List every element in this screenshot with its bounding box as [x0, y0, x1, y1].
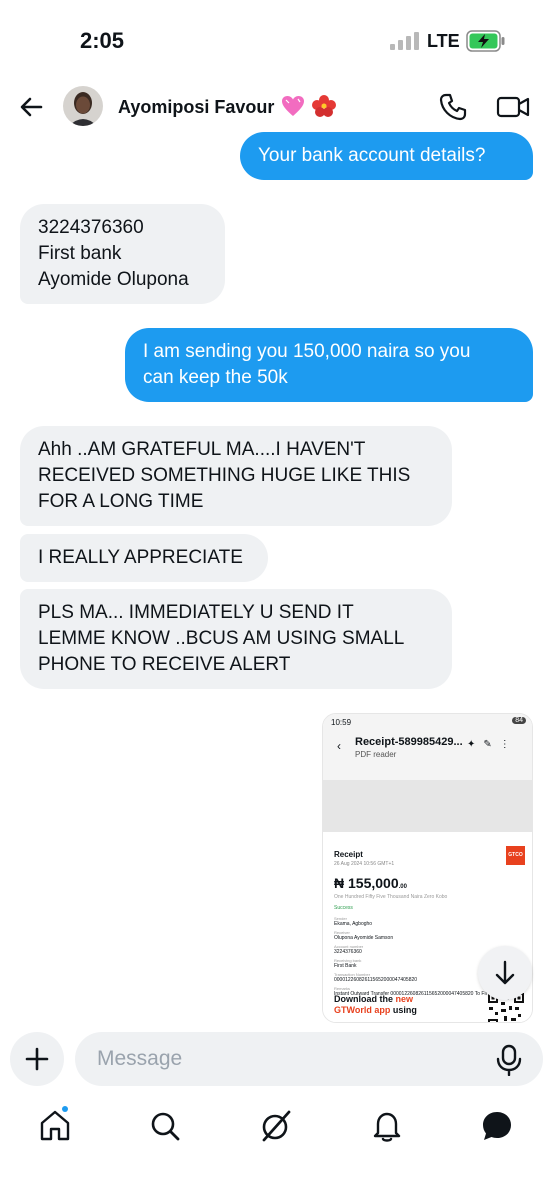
status-time: 2:05	[80, 28, 125, 53]
home-icon[interactable]	[37, 1108, 73, 1144]
back-arrow-icon[interactable]	[14, 90, 48, 124]
message-bubble-incoming[interactable]: Ahh ..AM GRATEFUL MA....I HAVEN'T RECEIV…	[20, 426, 452, 526]
bell-icon[interactable]	[369, 1108, 405, 1144]
receipt-file-title: Receipt-589985429...	[355, 736, 463, 748]
avatar[interactable]	[63, 86, 103, 126]
video-icon[interactable]	[496, 92, 530, 122]
contact-name[interactable]: Ayomiposi Favour	[118, 95, 337, 118]
arrow-down-icon	[495, 960, 515, 985]
message-bubble-incoming[interactable]: I REALLY APPRECIATE	[20, 534, 268, 582]
mic-icon[interactable]	[494, 1044, 524, 1076]
message-input[interactable]	[75, 1032, 543, 1086]
receipt-back-icon: ‹	[337, 739, 341, 753]
message-bubble-incoming[interactable]: 3224376360 First bank Ayomide Olupona	[20, 204, 225, 304]
messages-icon[interactable]	[479, 1108, 515, 1144]
home-indicator	[207, 1180, 347, 1185]
receipt-app-bar: 10:59 84 ‹ Receipt-589985429... PDF read…	[323, 714, 532, 780]
add-attachment-button[interactable]	[10, 1032, 64, 1086]
battery-charging-icon	[466, 30, 505, 52]
receipt-status-time: 10:59	[331, 718, 352, 727]
receipt-download-promo: Download the new GTWorld app using	[334, 994, 417, 1015]
receipt-battery-badge: 84	[512, 717, 526, 724]
status-bar: 2:05 LTE	[0, 0, 553, 80]
receipt-file-subtitle: PDF reader	[355, 750, 397, 759]
message-bubble-incoming[interactable]: PLS MA... IMMEDIATELY U SEND IT LEMME KN…	[20, 589, 452, 689]
message-bubble-outgoing[interactable]: I am sending you 150,000 naira so you ca…	[125, 328, 533, 402]
hibiscus-icon	[312, 95, 337, 117]
bottom-navigation	[0, 1102, 553, 1158]
phone-icon[interactable]	[438, 92, 468, 122]
receipt-toolbar-icons: ✦✎⋮	[467, 739, 518, 750]
message-bubble-outgoing[interactable]: Your bank account details?	[240, 132, 533, 180]
scroll-to-bottom-button[interactable]	[478, 946, 532, 1000]
contact-name-text: Ayomiposi Favour	[118, 97, 275, 117]
signal-icon	[390, 32, 419, 50]
network-label: LTE	[427, 31, 460, 51]
plus-icon	[25, 1047, 49, 1071]
message-composer	[0, 1024, 553, 1094]
search-icon[interactable]	[147, 1108, 183, 1144]
conversation-header: Ayomiposi Favour	[0, 80, 553, 136]
pink-heart-icon	[282, 96, 305, 116]
home-notification-dot	[62, 1106, 68, 1112]
grok-icon[interactable]	[258, 1108, 294, 1144]
